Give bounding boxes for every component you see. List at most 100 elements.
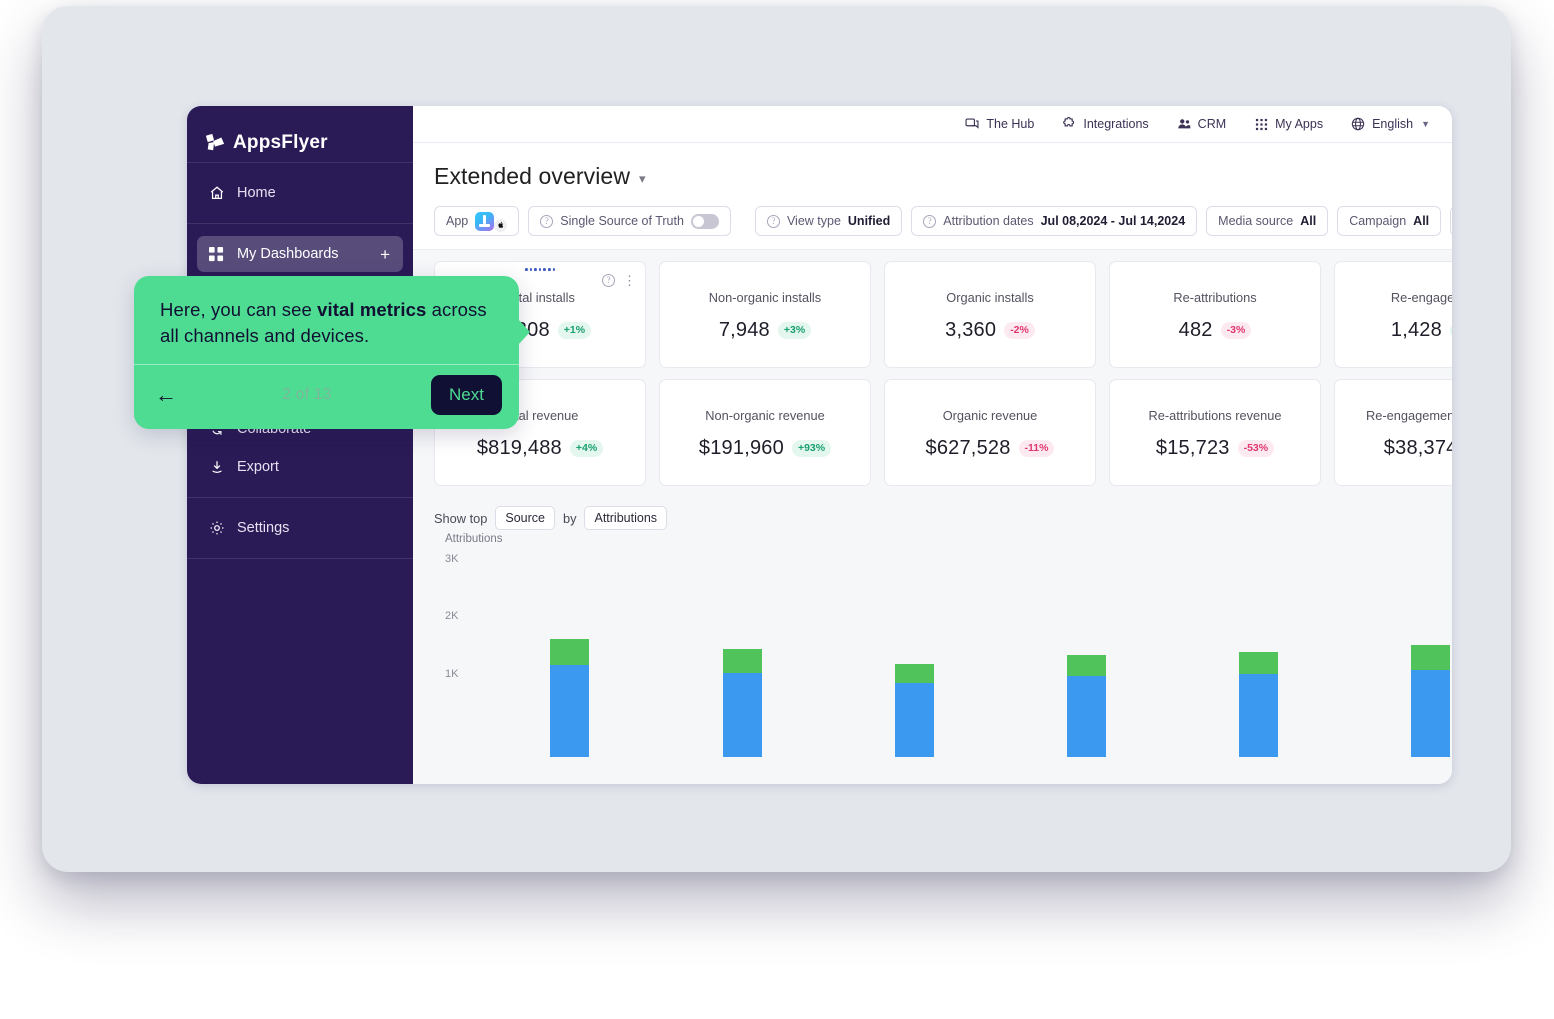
metric-value-row: $38,374 -7% <box>1384 437 1452 460</box>
bar-column[interactable] <box>895 664 934 757</box>
metric-label: Non-organic revenue <box>705 408 825 423</box>
top-link-my-apps[interactable]: My Apps <box>1254 117 1323 131</box>
metric-value: $191,960 <box>698 437 784 459</box>
metric-value: $627,528 <box>925 437 1011 459</box>
metric-delta-badge: +1% <box>557 322 592 339</box>
metric-delta-badge: -11% <box>1018 440 1055 457</box>
bar-column[interactable] <box>1411 645 1450 757</box>
sidebar-item-home[interactable]: Home <box>197 175 403 211</box>
metric-card-organic-revenue[interactable]: Organic revenue $627,528 -11% <box>884 379 1096 486</box>
metric-value-row: 1,428 +12% <box>1391 319 1452 342</box>
filter-attribution-dates-label: Attribution dates <box>943 214 1034 228</box>
metric-value: $15,723 <box>1155 437 1230 459</box>
top-link-integrations[interactable]: Integrations <box>1062 117 1149 131</box>
dashboard-grid-icon <box>208 246 225 263</box>
metric-card-re-engagements-revenue[interactable]: Re-engagements revenue $38,374 -7% <box>1334 379 1452 486</box>
filter-campaign[interactable]: Campaign All <box>1337 206 1442 236</box>
brand-name: AppsFlyer <box>233 132 328 153</box>
metric-card-organic-installs[interactable]: Organic installs 3,360 -2% <box>884 261 1096 368</box>
metric-value: $819,488 <box>476 437 562 459</box>
filter-media-source[interactable]: Media source All <box>1206 206 1329 236</box>
metric-value: 7,948 <box>718 319 770 341</box>
language-label: English <box>1372 117 1414 131</box>
coach-text-lead: Here, you can see <box>160 299 318 320</box>
sidebar-item-label: Settings <box>237 520 290 536</box>
y-axis-tick-1k: 1K <box>445 668 459 680</box>
page-title-chevron-down-icon[interactable]: ▾ <box>639 171 646 187</box>
filter-media-source-label: Media source <box>1218 214 1294 228</box>
metric-value-row: $627,528 -11% <box>926 437 1055 460</box>
dimension-selector[interactable]: Source <box>495 506 555 530</box>
appsflyer-logo-icon <box>204 133 226 153</box>
filter-geo[interactable]: Geo All <box>1450 206 1452 236</box>
metric-card-row-1: ? ⋮ Total installs 11,308 +1% Non <box>413 250 1452 368</box>
bar-segment-non-organic <box>1067 676 1106 757</box>
home-icon <box>208 185 225 202</box>
coach-text-bold: vital metrics <box>317 299 427 320</box>
filter-attribution-dates[interactable]: ? Attribution dates Jul 08,2024 - Jul 14… <box>911 206 1198 236</box>
metric-card-re-attributions-revenue[interactable]: Re-attributions revenue $15,723 -53% <box>1109 379 1321 486</box>
sidebar: AppsFlyer Home My Dashboards + Collabora… <box>187 106 413 784</box>
add-dashboard-button[interactable]: + <box>380 246 390 263</box>
page-title: Extended overview <box>434 163 631 189</box>
bar-segment-organic <box>723 649 762 673</box>
top-link-label: CRM <box>1197 117 1227 131</box>
filter-app[interactable]: App <box>434 206 520 236</box>
metric-value: 1,428 <box>1390 319 1442 341</box>
filter-single-source-of-truth[interactable]: ? Single Source of Truth <box>528 206 731 236</box>
chat-bubble-icon <box>965 117 979 131</box>
metric-value-row: $15,723 -53% <box>1155 437 1275 460</box>
metric-card-non-organic-installs[interactable]: Non-organic installs 7,948 +3% <box>659 261 871 368</box>
top-link-label: The Hub <box>986 117 1035 131</box>
metric-value-row: 7,948 +3% <box>718 319 812 342</box>
metric-label: Re-engagements <box>1390 290 1452 305</box>
bar-column[interactable] <box>1067 655 1106 757</box>
metric-label: Re-attributions <box>1173 290 1257 305</box>
metric-value: $38,374 <box>1383 437 1452 459</box>
y-axis-tick-2k: 2K <box>445 610 459 622</box>
chevron-down-icon: ▼ <box>1421 119 1430 129</box>
sidebar-item-label: Home <box>237 185 276 201</box>
metric-card-non-organic-revenue[interactable]: Non-organic revenue $191,960 +93% <box>659 379 871 486</box>
appsflyer-dashboard-app: AppsFlyer Home My Dashboards + Collabora… <box>187 106 1452 784</box>
bar-column[interactable] <box>1239 652 1278 757</box>
browser-viewport: AppsFlyer Home My Dashboards + Collabora… <box>187 106 1452 784</box>
ssot-toggle[interactable] <box>690 213 719 229</box>
sidebar-item-settings[interactable]: Settings <box>197 510 403 546</box>
filter-view-type-value: Unified <box>847 214 891 228</box>
bar-segment-organic <box>1067 655 1106 676</box>
filter-attribution-dates-value: Jul 08,2024 - Jul 14,2024 <box>1040 214 1186 228</box>
drag-handle-dots-icon[interactable] <box>524 268 556 271</box>
bar-column[interactable] <box>550 639 589 757</box>
language-selector[interactable]: English ▼ <box>1351 117 1430 131</box>
metric-delta-badge: -2% <box>1004 322 1035 339</box>
top-link-crm[interactable]: CRM <box>1177 117 1226 131</box>
coach-step-progress: 2 of 13 <box>282 385 332 403</box>
measure-selector[interactable]: Attributions <box>584 506 668 530</box>
top-link-the-hub[interactable]: The Hub <box>965 117 1034 131</box>
coach-back-arrow-left-icon[interactable]: ← <box>155 383 183 406</box>
metric-delta-badge: -3% <box>1220 322 1252 339</box>
bar-segment-non-organic <box>895 683 934 757</box>
metric-value-row: 482 -3% <box>1179 319 1252 342</box>
metric-value: 3,360 <box>945 319 997 341</box>
metric-card-re-engagements[interactable]: Re-engagements 1,428 +12% <box>1334 261 1452 368</box>
sidebar-item-export[interactable]: Export <box>197 449 403 485</box>
coach-next-button[interactable]: Next <box>431 374 502 415</box>
globe-icon <box>1351 117 1365 131</box>
filter-view-type[interactable]: ? View type Unified <box>754 206 903 236</box>
bar-column[interactable] <box>723 649 762 757</box>
export-icon <box>208 459 225 476</box>
top-utility-bar: The Hub Integrations CRM My Apps English… <box>413 106 1452 143</box>
bar-segment-organic <box>550 639 589 665</box>
metric-delta-badge: -53% <box>1237 440 1275 457</box>
filter-media-source-value: All <box>1300 214 1317 228</box>
sidebar-item-label: Export <box>237 459 279 475</box>
gear-icon <box>208 520 225 537</box>
help-icon[interactable]: ? <box>602 274 615 287</box>
sidebar-item-my-dashboards[interactable]: My Dashboards + <box>197 236 403 272</box>
kebab-menu-icon[interactable]: ⋮ <box>623 274 636 287</box>
by-label: by <box>562 510 577 526</box>
metric-card-re-attributions[interactable]: Re-attributions 482 -3% <box>1109 261 1321 368</box>
brand-logo[interactable]: AppsFlyer <box>187 106 413 162</box>
